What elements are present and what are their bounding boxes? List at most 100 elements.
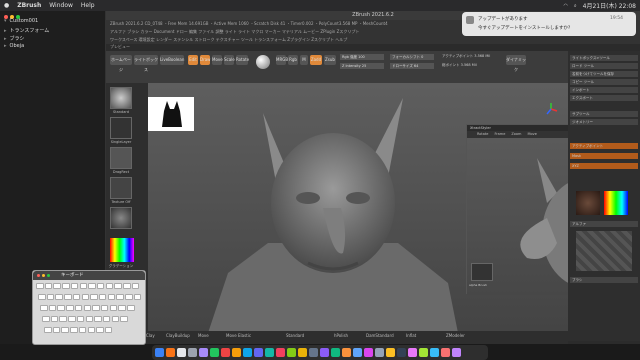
key[interactable]: [53, 283, 61, 289]
dock-app-icon[interactable]: [254, 348, 263, 357]
key[interactable]: [96, 283, 105, 289]
alpha-tile[interactable]: [110, 147, 132, 169]
key[interactable]: [70, 283, 79, 289]
rgb-intensity-slider[interactable]: Rgb 強度 100: [340, 54, 384, 60]
dock-app-icon[interactable]: [155, 348, 164, 357]
zadd-button[interactable]: Zadd: [310, 55, 322, 65]
tab-zoom[interactable]: Zoom: [511, 131, 521, 138]
brush-tile-standard[interactable]: [110, 87, 132, 109]
dock-app-icon[interactable]: [210, 348, 219, 357]
dock-app-icon[interactable]: [243, 348, 252, 357]
brush-claybuildup[interactable]: ClayBuildup: [166, 333, 190, 338]
key[interactable]: [83, 305, 91, 311]
dock-app-icon[interactable]: [221, 348, 230, 357]
tray-row[interactable]: ブラシ: [570, 277, 638, 283]
minimize-icon[interactable]: [42, 274, 45, 277]
key[interactable]: [98, 294, 107, 300]
zoom-icon[interactable]: [47, 274, 50, 277]
key[interactable]: [111, 316, 120, 322]
left-item-2[interactable]: ▸ ブラシ: [4, 35, 24, 43]
clock[interactable]: 4月21日(木) 22:08: [583, 1, 636, 10]
brush-hpolish[interactable]: hPolish: [334, 333, 348, 338]
key[interactable]: [114, 283, 122, 289]
key[interactable]: [36, 283, 44, 289]
tray-row[interactable]: アルファ: [570, 221, 638, 227]
dock-app-icon[interactable]: [331, 348, 340, 357]
key[interactable]: [64, 294, 72, 300]
material-tile[interactable]: [110, 207, 132, 229]
dock-app-icon[interactable]: [287, 348, 296, 357]
dynamic-button[interactable]: ダイナミック: [506, 55, 526, 72]
key[interactable]: [96, 327, 104, 333]
m-button[interactable]: M: [300, 55, 308, 65]
key[interactable]: [46, 294, 55, 300]
home-page-button[interactable]: ホームページ: [110, 55, 132, 72]
wifi-icon[interactable]: ◠: [563, 3, 567, 9]
light-box-button[interactable]: ライトボックス: [134, 55, 158, 72]
dock-app-icon[interactable]: [298, 348, 307, 357]
key[interactable]: [131, 283, 140, 289]
dock-app-icon[interactable]: [364, 348, 373, 357]
key[interactable]: [102, 316, 111, 322]
key[interactable]: [118, 305, 126, 311]
key[interactable]: [104, 327, 113, 333]
key[interactable]: [85, 316, 93, 322]
brush-zmodeler[interactable]: ZModeler: [446, 333, 465, 338]
key[interactable]: [40, 305, 48, 311]
dock-app-icon[interactable]: [375, 348, 384, 357]
tray-row[interactable]: ロード ツール: [570, 63, 638, 69]
key[interactable]: [109, 305, 118, 311]
material-preview-1[interactable]: [576, 191, 600, 215]
tray-row[interactable]: ジオメトリー: [570, 119, 638, 125]
tab-frame[interactable]: Frame: [494, 131, 505, 138]
tray-row[interactable]: コピー ツール: [570, 79, 638, 85]
key[interactable]: [127, 305, 135, 311]
draw-button[interactable]: Draw: [200, 55, 210, 65]
key[interactable]: [105, 283, 114, 289]
key[interactable]: [55, 294, 63, 300]
brush-damstandard[interactable]: DamStandard: [366, 333, 394, 338]
color-picker[interactable]: [110, 238, 134, 262]
sculpt-model[interactable]: [208, 93, 458, 331]
tray-row[interactable]: エクスポート: [570, 95, 638, 101]
dock-app-icon[interactable]: [397, 348, 406, 357]
scale-button[interactable]: Scale: [224, 55, 235, 65]
dock-app-icon[interactable]: [188, 348, 197, 357]
key[interactable]: [44, 327, 52, 333]
edit-button[interactable]: Edit: [188, 55, 198, 65]
key[interactable]: [59, 316, 67, 322]
dock-app-icon[interactable]: [276, 348, 285, 357]
key[interactable]: [92, 305, 100, 311]
key[interactable]: [79, 283, 87, 289]
tab-rotate[interactable]: Rotate: [477, 131, 488, 138]
texture-tile[interactable]: [110, 177, 132, 199]
apple-icon[interactable]: ●: [4, 2, 9, 9]
material-preview-2[interactable]: [604, 191, 628, 215]
key[interactable]: [42, 316, 50, 322]
live-boolean-button[interactable]: LiveBoolean: [160, 55, 184, 65]
key[interactable]: [87, 327, 95, 333]
dock-app-icon[interactable]: [320, 348, 329, 357]
key[interactable]: [123, 283, 131, 289]
dock-app-icon[interactable]: [265, 348, 274, 357]
tray-row-active[interactable]: XYZ: [570, 163, 638, 169]
key[interactable]: [94, 316, 102, 322]
focal-shift-slider[interactable]: フォーカルシフト 0: [390, 54, 434, 60]
mrgb-button[interactable]: MRGB: [276, 55, 288, 65]
key[interactable]: [133, 294, 142, 300]
close-icon[interactable]: [37, 274, 40, 277]
texture-preview[interactable]: [576, 231, 632, 271]
key[interactable]: [120, 316, 128, 322]
dock-app-icon[interactable]: [419, 348, 428, 357]
tray-row[interactable]: インポート: [570, 87, 638, 93]
dock-app-icon[interactable]: [177, 348, 186, 357]
left-item-1[interactable]: ▸ トランスフォーム: [4, 27, 49, 35]
z-intensity-slider[interactable]: Z Intensity 25: [340, 63, 384, 69]
key[interactable]: [68, 316, 76, 322]
key[interactable]: [66, 305, 74, 311]
key[interactable]: [48, 305, 57, 311]
dock-app-icon[interactable]: [430, 348, 439, 357]
brush-move-elastic[interactable]: Move Elastic: [226, 333, 251, 338]
keyboard-viewer[interactable]: キーボード: [32, 270, 146, 345]
key[interactable]: [76, 316, 85, 322]
